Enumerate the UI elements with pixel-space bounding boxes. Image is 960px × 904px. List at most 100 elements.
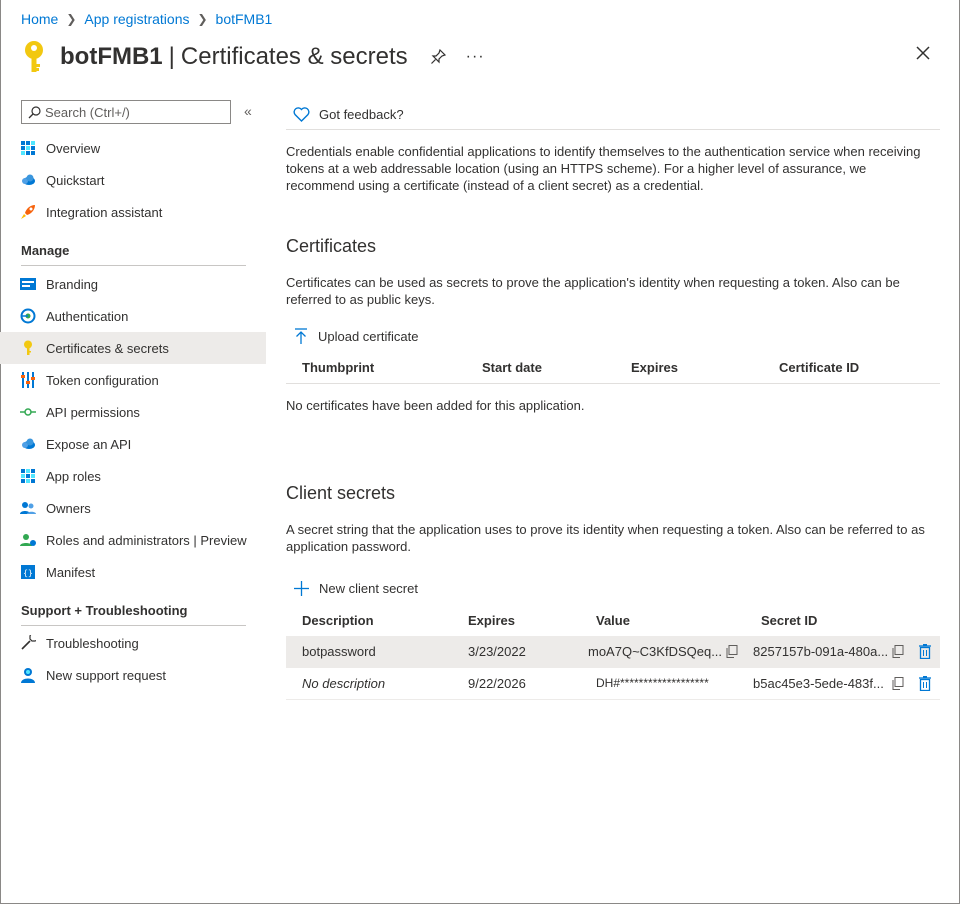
sidebar-item-label: Quickstart (46, 172, 105, 188)
sidebar-item-label: API permissions (46, 404, 140, 420)
secret-description: No description (302, 676, 386, 691)
sidebar-item-certificates-secrets[interactable]: Certificates & secrets (0, 332, 266, 364)
delete-icon[interactable] (919, 676, 931, 694)
app-name: botFMB1 (60, 43, 163, 70)
feedback-label: Got feedback? (319, 107, 404, 122)
breadcrumb-app[interactable]: botFMB1 (216, 11, 273, 27)
sidebar-item-branding[interactable]: Branding (0, 268, 266, 300)
upload-icon (295, 328, 307, 344)
column-header-value[interactable]: Value (596, 613, 630, 628)
sidebar-item-token-configuration[interactable]: Token configuration (0, 364, 266, 396)
sidebar-item-label: Manifest (46, 564, 96, 580)
sidebar-item-troubleshooting[interactable]: Troubleshooting (0, 627, 266, 659)
sidebar-nav: Overview Quickstart Integration assistan… (0, 132, 266, 691)
sidebar-item-label: Authentication (46, 308, 129, 324)
pin-icon[interactable] (430, 49, 446, 65)
overview-grid-icon (20, 140, 36, 156)
search-icon (28, 105, 41, 118)
column-header-start-date[interactable]: Start date (482, 360, 542, 375)
sidebar-item-overview[interactable]: Overview (0, 132, 266, 164)
certificates-table: Thumbprint Start date Expires Certificat… (286, 352, 940, 413)
breadcrumb-home[interactable]: Home (21, 11, 58, 27)
sidebar-item-label: App roles (46, 468, 101, 484)
sidebar-item-app-roles[interactable]: App roles (0, 460, 266, 492)
sidebar-item-label: Roles and administrators | Preview (46, 532, 247, 548)
new-client-secret-label: New client secret (319, 580, 418, 596)
table-row[interactable]: botpassword 3/23/2022 moA7Q~C3KfDSQeq...… (286, 636, 940, 668)
roles-administrators-icon (20, 532, 36, 548)
new-client-secret-button[interactable]: New client secret (286, 572, 940, 604)
certificates-empty-message: No certificates have been added for this… (286, 398, 585, 413)
chevron-right-icon: ❯ (66, 12, 77, 26)
sidebar-item-quickstart[interactable]: Quickstart (0, 164, 266, 196)
sidebar-item-authentication[interactable]: Authentication (0, 300, 266, 332)
nav-section-support: Support + Troubleshooting (0, 588, 266, 626)
client-secrets-table: Description Expires Value Secret ID botp… (286, 604, 940, 700)
sidebar-item-api-permissions[interactable]: API permissions (0, 396, 266, 428)
search-input[interactable]: Search (Ctrl+/) (21, 100, 231, 124)
sidebar-item-label: Token configuration (46, 372, 159, 388)
secret-expires: 9/22/2026 (468, 676, 526, 691)
page-header: botFMB1 | Certificates & secrets ··· (22, 40, 485, 74)
secret-id: b5ac45e3-5ede-483f... (753, 676, 884, 691)
sidebar-item-owners[interactable]: Owners (0, 492, 266, 524)
intro-text: Credentials enable confidential applicat… (286, 144, 921, 193)
users-icon (20, 500, 36, 516)
sidebar-item-new-support-request[interactable]: New support request (0, 659, 266, 691)
main-content: Got feedback? Credentials enable confide… (286, 100, 940, 700)
heart-icon (293, 107, 310, 122)
copy-secret-id-icon[interactable] (892, 677, 904, 693)
client-secrets-heading: Client secrets (286, 483, 396, 503)
svg-text:{}: {} (23, 569, 33, 578)
certificates-table-header: Thumbprint Start date Expires Certificat… (286, 352, 940, 384)
breadcrumb-app-registrations[interactable]: App registrations (84, 11, 189, 27)
column-header-secret-id[interactable]: Secret ID (761, 613, 817, 628)
sidebar-item-roles-administrators[interactable]: Roles and administrators | Preview (0, 524, 266, 556)
copy-value-icon[interactable] (726, 645, 738, 661)
search-placeholder: Search (Ctrl+/) (45, 104, 130, 120)
support-request-icon (20, 667, 36, 683)
more-options-icon[interactable]: ··· (466, 48, 485, 66)
title-divider: | (168, 43, 175, 70)
column-header-expires[interactable]: Expires (468, 613, 515, 628)
breadcrumb: Home ❯ App registrations ❯ botFMB1 (21, 11, 272, 27)
branding-icon (20, 276, 36, 292)
sidebar-item-integration-assistant[interactable]: Integration assistant (0, 196, 266, 228)
sidebar-item-label: Certificates & secrets (46, 340, 169, 356)
upload-certificate-button[interactable]: Upload certificate (286, 320, 940, 352)
sidebar-item-label: New support request (46, 667, 166, 683)
delete-icon[interactable] (919, 644, 931, 662)
client-secrets-description: A secret string that the application use… (286, 522, 925, 554)
cloud-icon (20, 172, 36, 188)
app-roles-icon (20, 468, 36, 484)
close-icon[interactable] (914, 44, 932, 62)
wrench-icon (20, 635, 36, 651)
sidebar-item-manifest[interactable]: {} Manifest (0, 556, 266, 588)
sidebar-item-expose-api[interactable]: Expose an API (0, 428, 266, 460)
column-header-certificate-id[interactable]: Certificate ID (779, 360, 859, 375)
secret-id: 8257157b-091a-480a... (753, 644, 889, 659)
key-icon (25, 41, 43, 72)
copy-secret-id-icon[interactable] (892, 645, 904, 661)
feedback-button[interactable]: Got feedback? (286, 100, 940, 130)
certificates-heading: Certificates (286, 236, 377, 256)
sidebar-item-label: Troubleshooting (46, 635, 139, 651)
page-title: Certificates & secrets (180, 43, 408, 70)
manifest-icon: {} (20, 564, 36, 580)
certificates-description: Certificates can be used as secrets to p… (286, 275, 900, 307)
sidebar-item-label: Expose an API (46, 436, 132, 452)
rocket-icon (20, 204, 36, 220)
sidebar-item-label: Branding (46, 276, 99, 292)
sidebar-item-label: Overview (46, 140, 101, 156)
secret-value: DH#******************* (596, 676, 709, 690)
cloud-icon (20, 436, 36, 452)
secret-description: botpassword (302, 644, 376, 659)
column-header-expires[interactable]: Expires (631, 360, 678, 375)
collapse-sidebar-icon[interactable]: « (244, 103, 252, 119)
authentication-icon (20, 308, 36, 324)
column-header-description[interactable]: Description (302, 613, 374, 628)
column-header-thumbprint[interactable]: Thumbprint (302, 360, 374, 375)
api-permissions-icon (20, 404, 36, 420)
table-row[interactable]: No description 9/22/2026 DH#************… (286, 668, 940, 700)
plus-icon (294, 580, 309, 596)
